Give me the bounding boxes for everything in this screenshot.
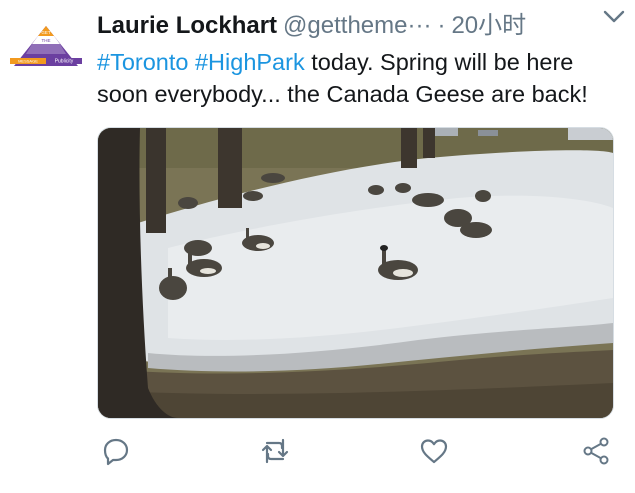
tweet-time[interactable]: 20小时 bbox=[451, 12, 526, 39]
author-handle[interactable]: @gettheme··· bbox=[283, 12, 431, 39]
separator-dot: · bbox=[437, 12, 446, 39]
logo-text-message: MESSAGE bbox=[18, 59, 38, 64]
logo-text-the: THE bbox=[42, 38, 51, 43]
tweet-photo[interactable] bbox=[97, 127, 614, 419]
avatar[interactable]: GET THE MESSAGE Publicity bbox=[8, 20, 84, 78]
reply-icon bbox=[103, 438, 129, 466]
share-icon bbox=[583, 437, 609, 465]
hashtag-toronto[interactable]: #Toronto bbox=[97, 49, 188, 75]
geese-photo bbox=[98, 128, 613, 418]
logo-text-get: GET bbox=[41, 30, 51, 35]
retweet-button[interactable] bbox=[258, 434, 292, 468]
like-icon bbox=[420, 439, 448, 464]
hashtag-highpark[interactable]: #HighPark bbox=[195, 49, 305, 75]
logo-text-publicity: Publicity bbox=[55, 59, 74, 65]
like-button[interactable] bbox=[417, 434, 451, 468]
share-button[interactable] bbox=[579, 434, 613, 468]
tweet-text: #Toronto #HighPark today. Spring will be… bbox=[97, 46, 617, 110]
retweet-icon bbox=[261, 438, 289, 464]
get-the-message-publicity-logo: GET THE MESSAGE Publicity bbox=[8, 20, 84, 78]
chevron-down-icon[interactable] bbox=[601, 6, 627, 28]
reply-button[interactable] bbox=[99, 434, 133, 468]
author-name[interactable]: Laurie Lockhart bbox=[97, 12, 277, 39]
tweet-header: Laurie Lockhart @gettheme··· · 20小时 bbox=[97, 9, 617, 43]
